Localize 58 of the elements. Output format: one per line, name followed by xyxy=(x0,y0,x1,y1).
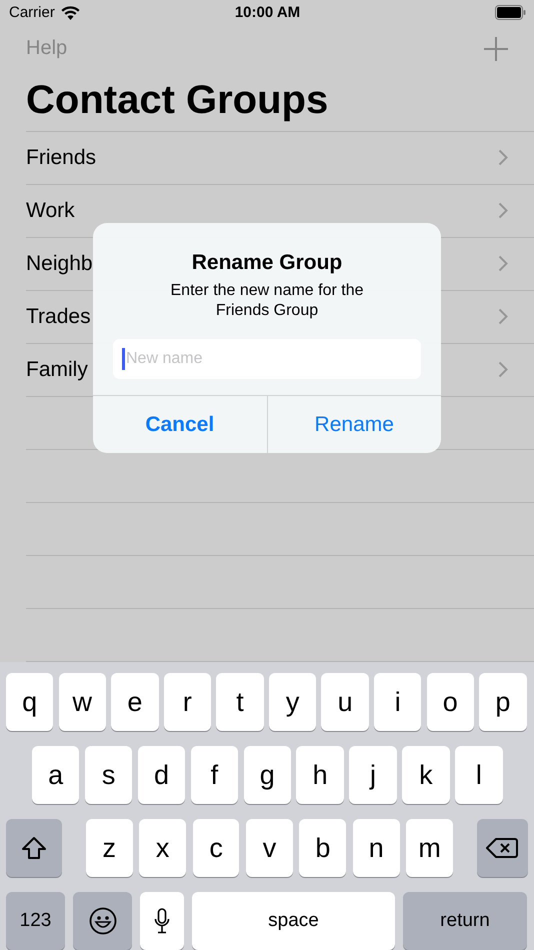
letter-key[interactable]: o xyxy=(426,673,474,731)
space-key[interactable]: space xyxy=(192,892,395,950)
letter-key[interactable]: e xyxy=(111,673,159,731)
chevron-icon xyxy=(498,149,508,166)
carrier-label: Carrier xyxy=(9,4,55,22)
numbers-key[interactable]: 123 xyxy=(6,892,65,950)
group-name[interactable]: Work xyxy=(26,198,75,223)
group-name[interactable]: Neighb xyxy=(26,252,93,276)
delete-icon xyxy=(486,837,518,859)
status-time: 10:00 AM xyxy=(234,4,300,22)
letter-key[interactable]: j xyxy=(349,746,397,804)
emoji-key[interactable] xyxy=(73,892,132,950)
dialog-message: Enter the new name for the Friends Group xyxy=(170,281,364,321)
group-name[interactable]: Friends xyxy=(26,146,96,170)
letter-key[interactable]: b xyxy=(299,819,346,877)
letter-key[interactable]: h xyxy=(296,746,344,804)
letter-key[interactable]: v xyxy=(246,819,293,877)
letter-key[interactable]: m xyxy=(406,819,454,877)
letter-key[interactable]: r xyxy=(164,673,212,731)
name-field[interactable]: New name xyxy=(113,339,421,379)
text-cursor xyxy=(122,348,125,370)
shift-icon xyxy=(21,836,48,860)
letter-key[interactable]: p xyxy=(479,673,527,731)
group-name[interactable]: Trades xyxy=(26,304,91,329)
letter-key[interactable]: l xyxy=(455,746,503,804)
chevron-icon xyxy=(498,202,508,220)
chevron-icon xyxy=(498,308,508,326)
letter-key[interactable]: u xyxy=(321,673,369,731)
letter-key[interactable]: n xyxy=(352,819,400,877)
letter-key[interactable]: d xyxy=(138,746,186,804)
letter-key[interactable]: s xyxy=(84,746,132,804)
dialog-title: Rename Group xyxy=(190,250,344,275)
cancel-button[interactable]: Cancel xyxy=(93,396,266,453)
battery-icon xyxy=(495,5,526,20)
microphone-icon xyxy=(154,908,170,934)
page-title: Contact Groups xyxy=(25,77,330,124)
chevron-icon xyxy=(498,255,508,272)
letter-key[interactable]: t xyxy=(216,673,264,731)
rename-button[interactable]: Rename xyxy=(266,396,441,453)
letter-key[interactable]: k xyxy=(402,746,450,804)
letter-key[interactable]: c xyxy=(192,819,240,877)
letter-key[interactable]: z xyxy=(86,819,133,877)
group-name[interactable]: Family xyxy=(26,358,88,382)
wifi-icon xyxy=(60,6,80,20)
delete-key[interactable] xyxy=(476,819,528,877)
letter-key[interactable]: a xyxy=(32,746,80,804)
return-key[interactable]: return xyxy=(403,892,527,950)
shift-key[interactable] xyxy=(6,819,62,877)
letter-key[interactable]: x xyxy=(139,819,186,877)
chevron-icon xyxy=(498,361,508,378)
letter-key[interactable]: y xyxy=(268,673,316,731)
letter-key[interactable]: i xyxy=(374,673,422,731)
emoji-icon xyxy=(88,907,116,935)
dictation-key[interactable] xyxy=(140,892,184,950)
letter-key[interactable]: g xyxy=(244,746,291,804)
letter-key[interactable]: w xyxy=(58,673,106,731)
letter-key[interactable]: q xyxy=(6,673,54,731)
letter-key[interactable]: f xyxy=(190,746,238,804)
